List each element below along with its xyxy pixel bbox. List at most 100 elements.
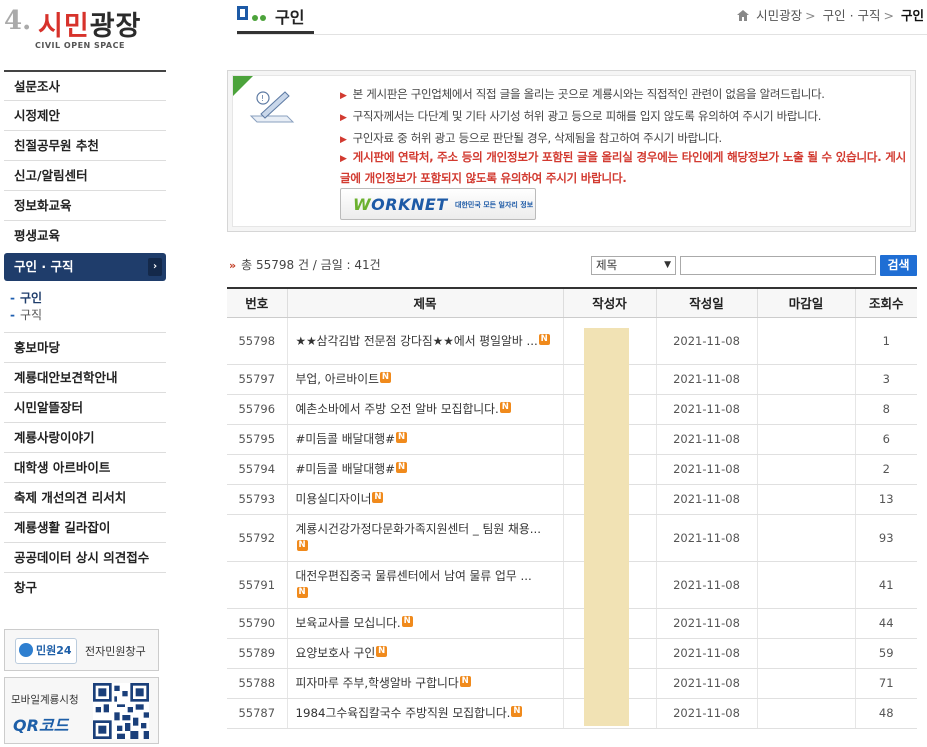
row-number: 55797 [227,364,287,395]
sidebar-item-life-guide[interactable]: 계룡생활 길라잡이 [4,512,166,542]
sidebar-item-kind-official[interactable]: 친절공무원 추천 [4,130,166,160]
sidebar-item-student-parttime[interactable]: 대학생 아르바이트 [4,452,166,482]
list-count: » 총 55798 건 / 금일 : 41건 [229,258,381,272]
row-number: 55788 [227,668,287,699]
table-row[interactable]: 55789 요양보호사 구인 N 2021-11-08 59 [227,638,917,669]
new-badge-icon: N [396,432,407,443]
post-title-link[interactable]: 1984그수육집칼국수 주방직원 모집합니다. N [286,698,563,729]
table-row[interactable]: 55790 보육교사를 모십니다. N 2021-11-08 44 [227,608,917,639]
post-title-link[interactable]: 예촌소바에서 주방 오전 알바 모집합니다. N [286,394,563,425]
qr-label: 모바일계룡시청 [11,694,79,706]
table-row[interactable]: 55788 피자마루 주부,학생알바 구합니다 N 2021-11-08 71 [227,668,917,699]
row-number: 55789 [227,638,287,669]
submenu-item-job-seeking[interactable]: - 구직 [10,307,166,324]
double-chevron-icon: » [229,259,237,272]
new-badge-icon: N [511,706,523,717]
notice-item: ▶ 구인자료 중 허위 광고 등으로 판단될 경우, 삭제됨을 참고하여 주시기 … [340,131,722,145]
row-views: 2 [854,454,917,485]
row-views: 44 [854,608,917,639]
row-number: 55790 [227,608,287,639]
new-badge-icon: N [296,586,308,598]
table-row[interactable]: 55793 미용실디자이너 N 2021-11-08 13 [227,484,917,515]
row-number: 55794 [227,454,287,485]
post-title-link[interactable]: ★★삼각김밥 전문점 강다짐★★에서 평일알바 ... N [286,317,563,365]
sidebar-item-report-center[interactable]: 신고/알림센터 [4,160,166,190]
search-button[interactable]: 검색 [880,255,917,276]
post-title-link[interactable]: 대전우편집중국 물류센터에서 남여 물류 업무 ... N [286,561,563,609]
page-header: 구인 시민광장 > 구인 · 구직 > 구인 [237,0,927,36]
table-row[interactable]: 55791 대전우편집중국 물류센터에서 남여 물류 업무 ... N 2021-… [227,561,917,609]
post-title-link[interactable]: 부업, 아르바이트 N [286,364,563,395]
minwon24-logo: 민원24 [15,638,77,664]
sidebar-item-lifelong-education[interactable]: 평생교육 [4,220,166,250]
post-title-link[interactable]: 요양보호사 구인 N [286,638,563,669]
logo-number: 4. [4,6,32,36]
table-row[interactable]: 55796 예촌소바에서 주방 오전 알바 모집합니다. N 2021-11-08… [227,394,917,425]
search-field-select[interactable]: 제목 ▼ [591,256,676,275]
post-title-link[interactable]: 계룡시건강가정다문화가족지원센터 _ 팀원 채용...N [286,514,563,562]
sidebar-item-proposal[interactable]: 시정제안 [4,100,166,130]
row-deadline [756,668,855,699]
minwon24-banner[interactable]: 민원24 전자민원창구 [4,629,159,671]
sidebar-item-promotion[interactable]: 홍보마당 [4,332,166,362]
notice-box: ! ▶ 본 게시판은 구인업체에서 직접 글을 올리는 곳으로 계룡시와는 직접적… [227,70,916,232]
minwon-label: 전자민원창구 [85,645,146,658]
row-deadline [756,454,855,485]
row-views: 1 [854,317,917,365]
row-date: 2021-11-08 [655,364,757,395]
job-board-table: 번호 제목 작성자 작성일 마감일 조회수 55798 ★★삼각김밥 전문점 강… [227,287,917,729]
sidebar-item-window[interactable]: 창구 [4,572,166,602]
new-badge-icon: N [499,402,511,413]
table-row[interactable]: 55794 #미듬콜 배달대행# N 2021-11-08 2 [227,454,917,485]
sidebar-item-jobs[interactable]: 구인 · 구직 › [4,253,166,281]
row-deadline [756,608,855,639]
row-deadline [756,317,855,365]
row-number: 55787 [227,698,287,729]
row-views: 13 [854,484,917,515]
post-title-link[interactable]: 보육교사를 모십니다. N [286,608,563,639]
row-number: 55798 [227,317,287,365]
row-views: 48 [854,698,917,729]
post-title-link[interactable]: #미듬콜 배달대행# N [286,424,563,455]
breadcrumb-current: 구인 [900,8,924,23]
row-deadline [756,638,855,669]
row-views: 8 [854,394,917,425]
logo-subtitle: CIVIL OPEN SPACE [35,41,125,50]
row-number: 55796 [227,394,287,425]
sidebar-item-love-story[interactable]: 계룡사랑이야기 [4,422,166,452]
table-row[interactable]: 55798 ★★삼각김밥 전문점 강다짐★★에서 평일알바 ... N 2021-… [227,317,917,365]
sidebar-item-flea-market[interactable]: 시민알뜰장터 [4,392,166,422]
sidebar-item-jobs-label: 구인 · 구직 [14,259,74,274]
site-logo[interactable]: 4. 시민광장 CIVIL OPEN SPACE [4,4,154,54]
chevron-down-icon: ▼ [664,260,671,270]
row-date: 2021-11-08 [655,454,757,485]
row-date: 2021-11-08 [655,561,757,609]
post-title-link[interactable]: #미듬콜 배달대행# N [286,454,563,485]
sidebar-item-security-tour[interactable]: 계룡대안보견학안내 [4,362,166,392]
board-icon [237,6,266,21]
search-input[interactable] [680,256,876,275]
row-views: 41 [854,561,917,609]
post-title-link[interactable]: 미용실디자이너 N [286,484,563,515]
home-icon[interactable] [737,10,750,21]
breadcrumb-item[interactable]: 시민광장 [756,8,802,23]
table-row[interactable]: 55792 계룡시건강가정다문화가족지원센터 _ 팀원 채용...N 2021-… [227,514,917,562]
row-date: 2021-11-08 [655,514,757,562]
submenu-item-hiring[interactable]: - 구인 [10,290,166,307]
mobile-qr-banner[interactable]: 모바일계룡시청 QR코드 [4,677,159,744]
post-title-link[interactable]: 피자마루 주부,학생알바 구합니다 N [286,668,563,699]
new-badge-icon: N [376,646,388,657]
logo-title: 시민광장 [38,11,142,42]
sidebar-item-festival-research[interactable]: 축제 개선의견 리서치 [4,482,166,512]
sidebar-item-survey[interactable]: 설문조사 [4,70,166,100]
row-deadline [756,514,855,562]
sidebar-item-public-data[interactable]: 공공데이터 상시 의견접수 [4,542,166,572]
table-row[interactable]: 55795 #미듬콜 배달대행# N 2021-11-08 6 [227,424,917,455]
breadcrumb-item[interactable]: 구인 · 구직 [823,8,881,23]
dash-icon: - [10,308,15,322]
table-row[interactable]: 55787 1984그수육집칼국수 주방직원 모집합니다. N 2021-11-0… [227,698,917,729]
sidebar-item-it-education[interactable]: 정보화교육 [4,190,166,220]
table-row[interactable]: 55797 부업, 아르바이트 N 2021-11-08 3 [227,364,917,395]
worknet-link-button[interactable]: WORKNET 대한민국 모든 일자리 정보 [340,188,536,220]
column-header: 마감일 [756,287,855,318]
